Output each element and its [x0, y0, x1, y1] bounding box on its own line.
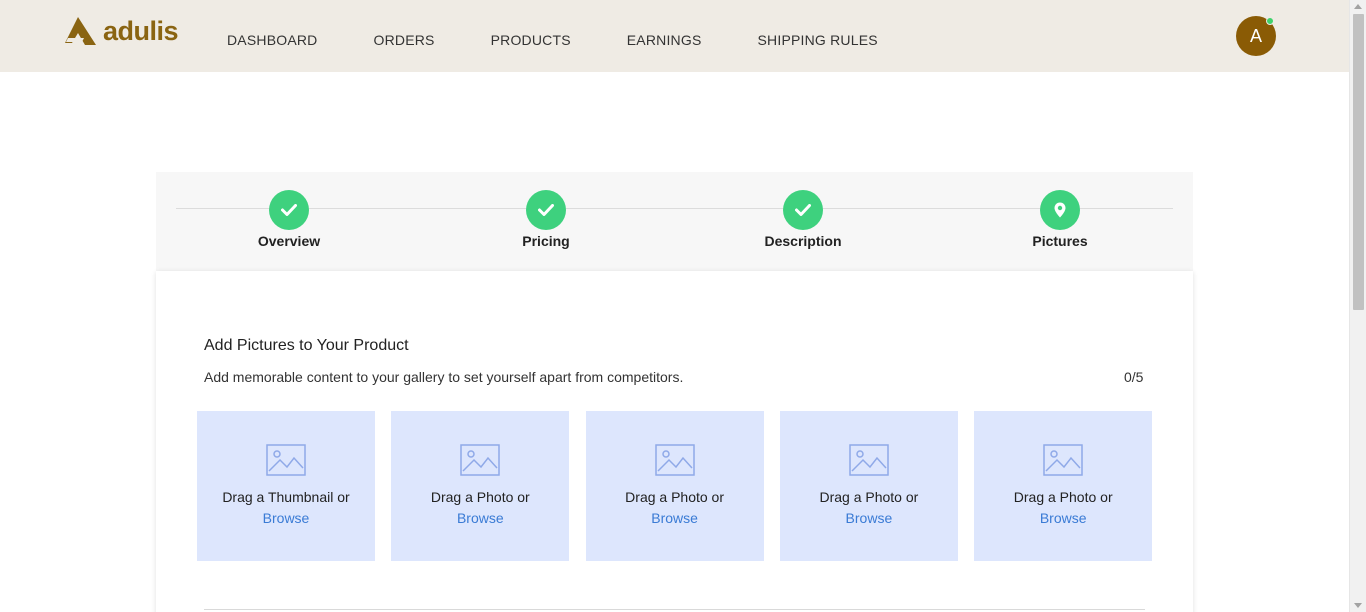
photo-dropzone[interactable]: Drag a Photo or Browse — [779, 411, 958, 561]
image-placeholder-icon — [654, 444, 695, 476]
scrollbar-thumb[interactable] — [1353, 14, 1364, 310]
nav-dashboard[interactable]: DASHBOARD — [227, 31, 317, 49]
browse-link[interactable]: Browse — [780, 509, 958, 527]
nav-earnings[interactable]: EARNINGS — [627, 31, 702, 49]
dropzone-text: Drag a Photo or — [819, 489, 919, 505]
check-icon — [795, 204, 811, 216]
pictures-card: Add Pictures to Your Product Add memorab… — [156, 271, 1193, 612]
nav-shipping-rules[interactable]: SHIPPING RULES — [758, 31, 878, 49]
check-icon — [538, 204, 554, 216]
dropzone-text: Drag a Photo or — [1013, 489, 1113, 505]
top-navigation-bar: adulis DASHBOARD ORDERS PRODUCTS EARNING… — [0, 0, 1349, 72]
section-subtitle: Add memorable content to your gallery to… — [204, 369, 684, 385]
main-nav: DASHBOARD ORDERS PRODUCTS EARNINGS SHIPP… — [227, 31, 934, 49]
step-pictures-circle[interactable] — [1040, 190, 1080, 230]
step-label: Overview — [257, 233, 321, 249]
dropzone-text: Drag a Thumbnail or — [222, 489, 350, 505]
step-overview[interactable]: Overview — [219, 190, 359, 250]
step-label: Pricing — [522, 233, 570, 249]
photo-upload-grid: Drag a Thumbnail or Browse Drag a Photo … — [197, 411, 1153, 561]
section-title: Add Pictures to Your Product — [204, 337, 409, 354]
step-pictures[interactable]: Pictures — [990, 190, 1130, 250]
step-pricing[interactable]: Pricing — [476, 190, 616, 250]
progress-stepper: Overview Pricing Description Pictures — [156, 172, 1193, 271]
page-scrollbar[interactable] — [1349, 0, 1366, 612]
logo-text: adulis — [103, 16, 179, 46]
picture-count: 0/5 — [1124, 369, 1144, 385]
browse-link[interactable]: Browse — [586, 509, 764, 527]
step-description-circle[interactable] — [783, 190, 823, 230]
browse-link[interactable]: Browse — [197, 509, 375, 527]
adulis-logo[interactable]: adulis — [64, 15, 179, 47]
photo-dropzone[interactable]: Drag a Photo or Browse — [585, 411, 764, 561]
image-placeholder-icon — [1043, 444, 1083, 476]
image-placeholder-icon — [266, 444, 306, 476]
nav-orders[interactable]: ORDERS — [373, 31, 434, 49]
dropzone-text: Drag a Photo or — [625, 489, 725, 505]
check-icon — [281, 204, 297, 216]
photo-dropzone[interactable]: Drag a Photo or Browse — [974, 411, 1153, 561]
image-placeholder-icon — [849, 444, 889, 476]
scroll-down-arrow-icon[interactable] — [1354, 603, 1362, 608]
browse-link[interactable]: Browse — [391, 509, 569, 527]
photo-dropzone[interactable]: Drag a Photo or Browse — [391, 411, 570, 561]
image-placeholder-icon — [460, 444, 501, 476]
step-pricing-circle[interactable] — [526, 190, 566, 230]
step-overview-circle[interactable] — [269, 190, 309, 230]
step-label: Description — [764, 233, 842, 249]
step-description[interactable]: Description — [733, 190, 873, 250]
online-status-indicator — [1266, 17, 1274, 25]
step-label: Pictures — [1032, 233, 1088, 249]
dropzone-text: Drag a Photo or — [430, 489, 530, 505]
section-divider — [204, 609, 1145, 610]
logo-mark-icon — [65, 17, 96, 45]
thumbnail-dropzone[interactable]: Drag a Thumbnail or Browse — [197, 411, 375, 561]
scroll-up-arrow-icon[interactable] — [1354, 4, 1362, 9]
browse-link[interactable]: Browse — [974, 509, 1152, 527]
nav-products[interactable]: PRODUCTS — [491, 31, 571, 49]
map-pin-icon — [1054, 202, 1066, 218]
